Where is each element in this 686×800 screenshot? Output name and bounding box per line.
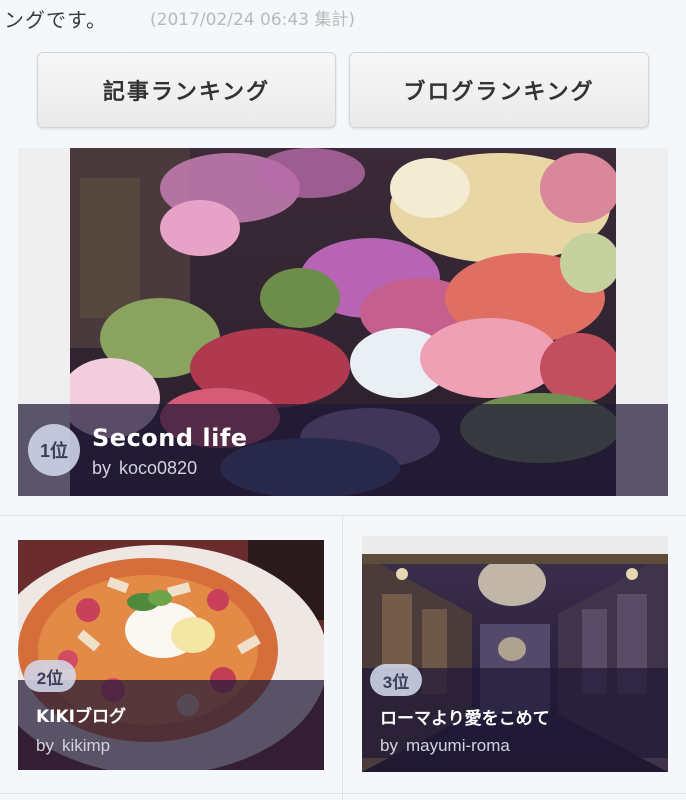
intro-text: ングです。 (2017/02/24 06:43 集計) <box>0 0 686 34</box>
ranking-card-3[interactable]: 3位 ローマより愛をこめて by mayumi-roma <box>362 536 668 772</box>
post-author: by mayumi-roma <box>380 736 510 756</box>
by-label: by <box>380 736 398 755</box>
intro-lead: ングです。 <box>4 8 107 32</box>
post-author: by kikimp <box>36 736 110 756</box>
by-label: by <box>92 458 112 478</box>
post-title[interactable]: Second life <box>92 424 248 452</box>
post-title[interactable]: ローマより愛をこめて <box>380 704 550 729</box>
article-ranking-button[interactable]: 記事ランキング <box>37 52 336 128</box>
by-label: by <box>36 736 54 755</box>
ranking-card-1[interactable]: 1位 Second life by koco0820 <box>18 148 668 496</box>
rank-badge: 1位 <box>28 424 80 476</box>
aggregation-timestamp: (2017/02/24 06:43 集計) <box>150 10 356 30</box>
rank-badge: 3位 <box>370 664 422 696</box>
blog-ranking-button[interactable]: ブログランキング <box>349 52 649 128</box>
divider <box>0 793 686 794</box>
ranking-card-2[interactable]: 2位 KIKIブログ by kikimp <box>18 540 324 770</box>
divider <box>342 516 343 800</box>
author-name[interactable]: mayumi-roma <box>406 736 510 755</box>
post-title[interactable]: KIKIブログ <box>36 702 126 727</box>
author-name[interactable]: kikimp <box>62 736 110 755</box>
rank-badge: 2位 <box>24 660 76 692</box>
post-author: by koco0820 <box>92 458 197 479</box>
divider <box>0 515 686 516</box>
author-name[interactable]: koco0820 <box>119 458 197 478</box>
